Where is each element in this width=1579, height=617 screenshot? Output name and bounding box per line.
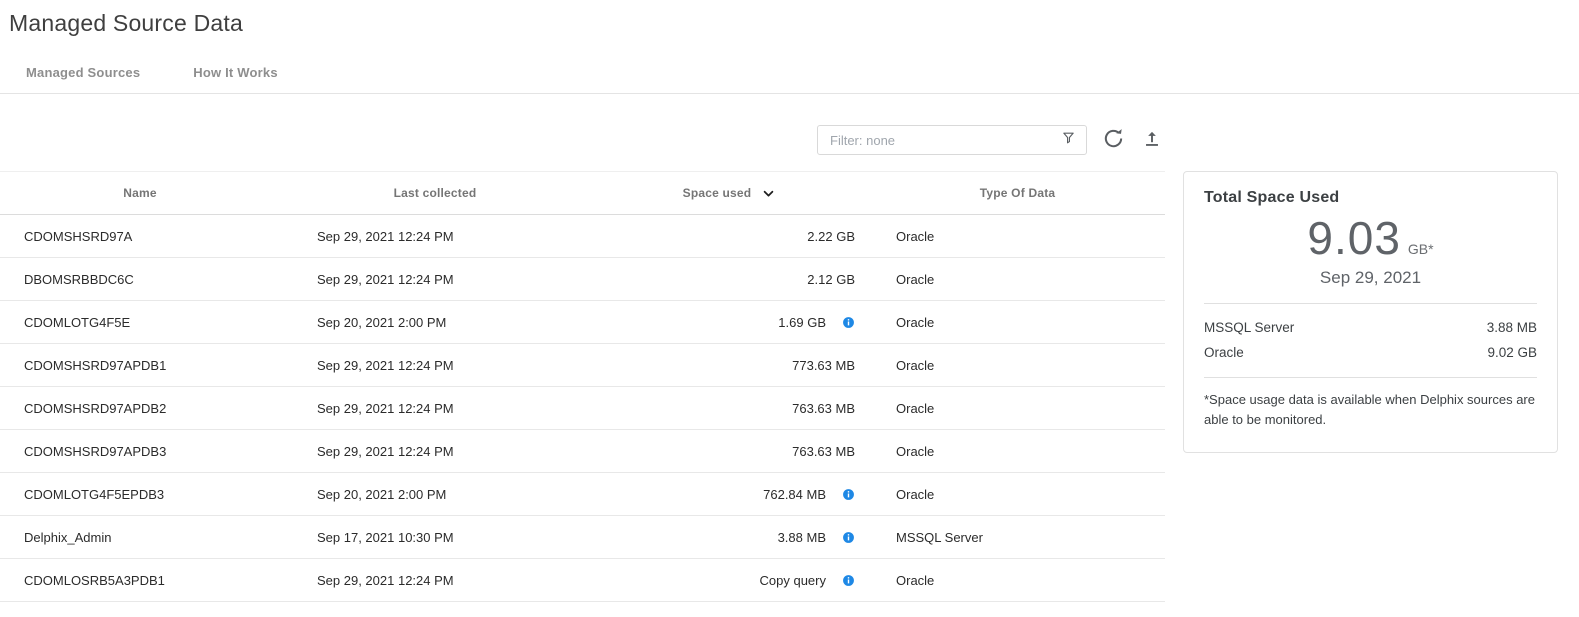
cell-space-used: 773.63 MB [590, 358, 870, 373]
cell-name: CDOMLOTG4F5E [0, 315, 280, 330]
cell-last-collected: Sep 29, 2021 12:24 PM [280, 272, 590, 287]
breakdown-label: Oracle [1204, 345, 1244, 360]
managed-sources-table: Name Last collected Space used Type Of D… [0, 171, 1165, 602]
cell-name: CDOMLOSRB5A3PDB1 [0, 573, 280, 588]
cell-last-collected: Sep 29, 2021 12:24 PM [280, 444, 590, 459]
cell-last-collected: Sep 20, 2021 2:00 PM [280, 315, 590, 330]
cell-type-of-data: Oracle [870, 358, 1165, 373]
table-row[interactable]: CDOMSHSRD97A Sep 29, 2021 12:24 PM 2.22 … [0, 215, 1165, 258]
table-row[interactable]: CDOMLOSRB5A3PDB1 Sep 29, 2021 12:24 PM C… [0, 559, 1165, 602]
cell-space-used-value: 3.88 MB [778, 530, 826, 545]
cell-name: CDOMSHSRD97APDB3 [0, 444, 280, 459]
filter-input[interactable] [828, 132, 1061, 149]
cell-space-used-value: 2.22 GB [807, 229, 855, 244]
filter-box[interactable] [817, 125, 1087, 155]
refresh-icon [1102, 127, 1125, 153]
upload-button[interactable] [1139, 127, 1165, 153]
table-row[interactable]: CDOMLOTG4F5EPDB3 Sep 20, 2021 2:00 PM 76… [0, 473, 1165, 516]
breakdown-label: MSSQL Server [1204, 320, 1294, 335]
table-toolbar [0, 125, 1165, 155]
breakdown-value: 9.02 GB [1487, 345, 1537, 360]
cell-type-of-data: Oracle [870, 229, 1165, 244]
cell-type-of-data: MSSQL Server [870, 530, 1165, 545]
cell-last-collected: Sep 17, 2021 10:30 PM [280, 530, 590, 545]
table-row[interactable]: CDOMLOTG4F5E Sep 20, 2021 2:00 PM 1.69 G… [0, 301, 1165, 344]
cell-name: DBOMSRBBDC6C [0, 272, 280, 287]
cell-space-used: 2.12 GB [590, 272, 870, 287]
tab-how-it-works[interactable]: How It Works [193, 65, 278, 80]
cell-space-used-value: 1.69 GB [778, 315, 826, 330]
column-header-name[interactable]: Name [0, 186, 280, 200]
tab-bar: Managed Sources How It Works [0, 65, 1579, 94]
cell-space-used-value: 773.63 MB [792, 358, 855, 373]
cell-type-of-data: Oracle [870, 272, 1165, 287]
table-row[interactable]: Delphix_Admin Sep 17, 2021 10:30 PM 3.88… [0, 516, 1165, 559]
cell-space-used: 762.84 MB [590, 487, 870, 502]
cell-last-collected: Sep 29, 2021 12:24 PM [280, 229, 590, 244]
cell-type-of-data: Oracle [870, 444, 1165, 459]
cell-space-used: 763.63 MB [590, 401, 870, 416]
cell-last-collected: Sep 29, 2021 12:24 PM [280, 573, 590, 588]
space-breakdown-list: MSSQL Server 3.88 MB Oracle 9.02 GB [1204, 303, 1537, 378]
panel-footnote: *Space usage data is available when Delp… [1204, 390, 1537, 429]
cell-type-of-data: Oracle [870, 573, 1165, 588]
table-row[interactable]: CDOMSHSRD97APDB1 Sep 29, 2021 12:24 PM 7… [0, 344, 1165, 387]
info-icon[interactable] [842, 531, 855, 544]
column-header-last-collected[interactable]: Last collected [280, 186, 590, 200]
cell-space-used: 1.69 GB [590, 315, 870, 330]
breakdown-row: MSSQL Server 3.88 MB [1204, 315, 1537, 340]
breakdown-row: Oracle 9.02 GB [1204, 340, 1537, 365]
column-header-space-used-label: Space used [683, 186, 752, 200]
cell-space-used-value: 763.63 MB [792, 401, 855, 416]
info-icon[interactable] [842, 488, 855, 501]
cell-last-collected: Sep 29, 2021 12:24 PM [280, 358, 590, 373]
cell-space-used: 763.63 MB [590, 444, 870, 459]
column-header-space-used[interactable]: Space used [590, 185, 870, 202]
cell-name: CDOMSHSRD97A [0, 229, 280, 244]
breakdown-value: 3.88 MB [1487, 320, 1537, 335]
cell-type-of-data: Oracle [870, 315, 1165, 330]
cell-type-of-data: Oracle [870, 487, 1165, 502]
table-row[interactable]: CDOMSHSRD97APDB2 Sep 29, 2021 12:24 PM 7… [0, 387, 1165, 430]
cell-type-of-data: Oracle [870, 401, 1165, 416]
info-icon[interactable] [842, 316, 855, 329]
total-space-value-group: 9.03 GB* [1204, 211, 1537, 265]
cell-space-used: 3.88 MB [590, 530, 870, 545]
tab-managed-sources[interactable]: Managed Sources [26, 65, 140, 80]
cell-name: CDOMLOTG4F5EPDB3 [0, 487, 280, 502]
table-row[interactable]: CDOMSHSRD97APDB3 Sep 29, 2021 12:24 PM 7… [0, 430, 1165, 473]
copy-query-action[interactable]: Copy query [760, 573, 826, 588]
cell-space-used-value: 763.63 MB [792, 444, 855, 459]
cell-last-collected: Sep 29, 2021 12:24 PM [280, 401, 590, 416]
column-header-type-of-data[interactable]: Type Of Data [870, 186, 1165, 200]
sort-desc-chevron-icon [760, 185, 777, 202]
cell-space-used-value: 762.84 MB [763, 487, 826, 502]
cell-space-used: 2.22 GB [590, 229, 870, 244]
total-space-used-panel: Total Space Used 9.03 GB* Sep 29, 2021 MS… [1183, 171, 1558, 453]
main-content: Name Last collected Space used Type Of D… [0, 171, 1579, 602]
table-body: CDOMSHSRD97A Sep 29, 2021 12:24 PM 2.22 … [0, 215, 1165, 602]
info-icon[interactable] [842, 574, 855, 587]
upload-icon [1141, 128, 1163, 153]
cell-name: Delphix_Admin [0, 530, 280, 545]
table-row[interactable]: DBOMSRBBDC6C Sep 29, 2021 12:24 PM 2.12 … [0, 258, 1165, 301]
total-space-unit: GB* [1408, 241, 1434, 257]
refresh-button[interactable] [1100, 127, 1126, 153]
table-header-row: Name Last collected Space used Type Of D… [0, 171, 1165, 215]
cell-name: CDOMSHSRD97APDB2 [0, 401, 280, 416]
total-space-number: 9.03 [1307, 212, 1401, 264]
total-space-date: Sep 29, 2021 [1204, 268, 1537, 288]
cell-space-used: Copy query [590, 573, 870, 588]
cell-name: CDOMSHSRD97APDB1 [0, 358, 280, 373]
panel-title: Total Space Used [1204, 189, 1537, 207]
cell-space-used-value: 2.12 GB [807, 272, 855, 287]
cell-last-collected: Sep 20, 2021 2:00 PM [280, 487, 590, 502]
page-title: Managed Source Data [0, 0, 1579, 37]
funnel-filter-icon[interactable] [1061, 130, 1076, 150]
